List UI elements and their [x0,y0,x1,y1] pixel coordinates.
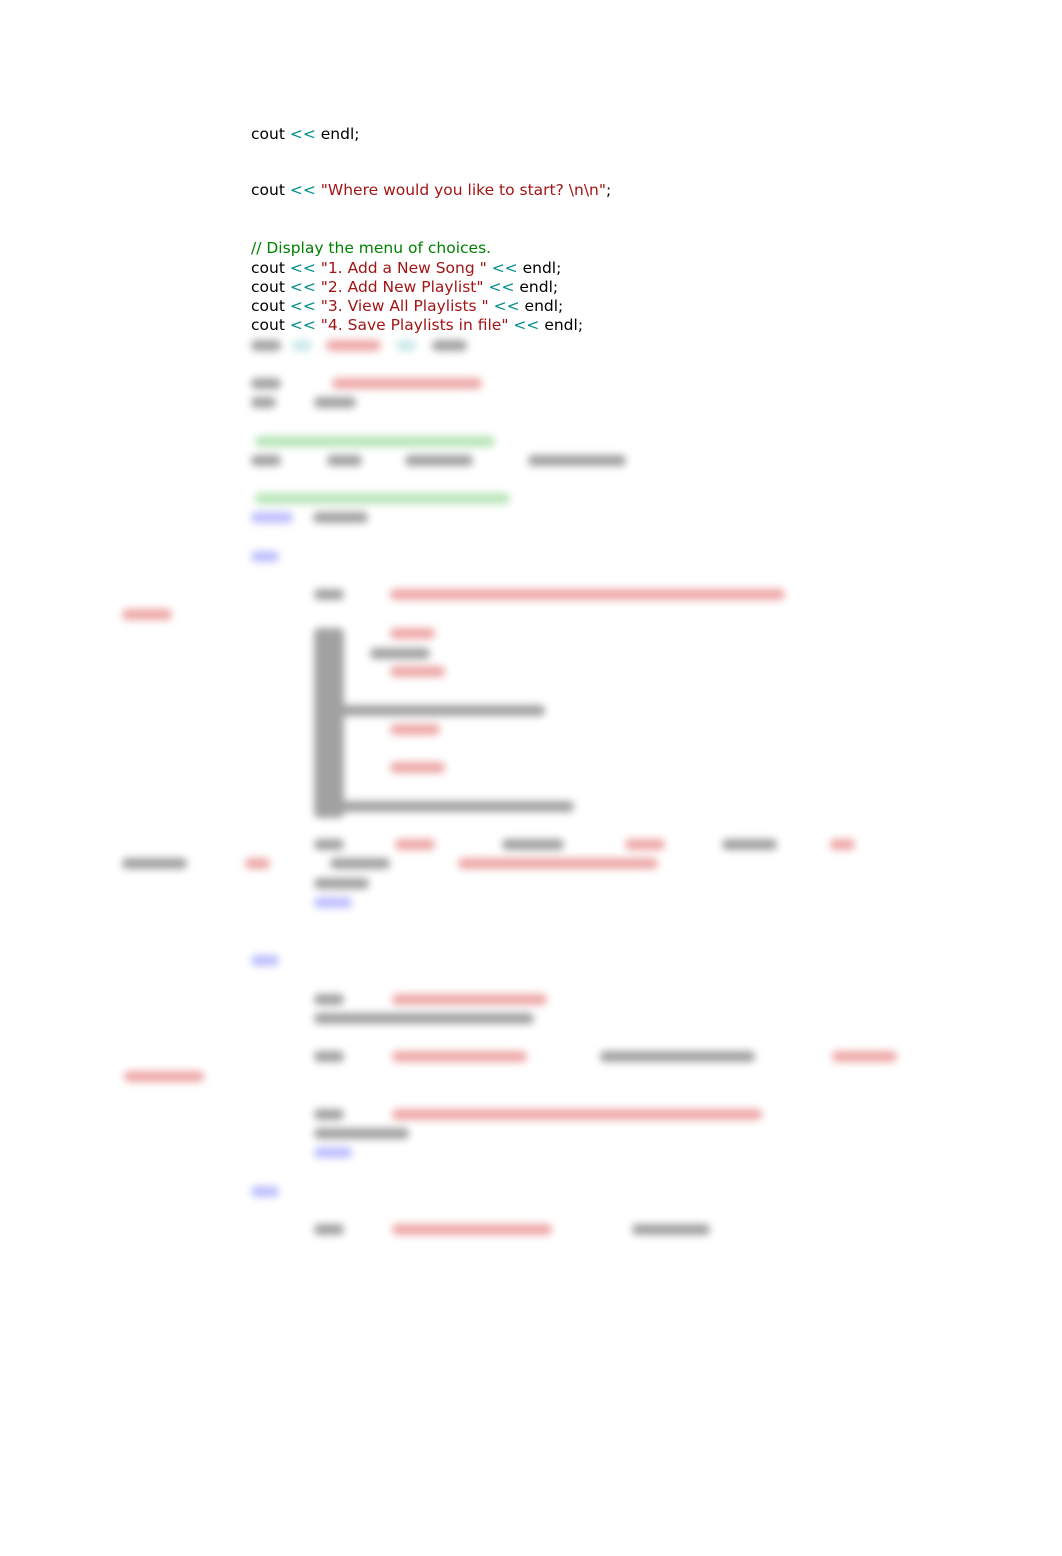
blurred-text [832,1051,897,1062]
blurred-text [390,724,440,735]
blurred-text [251,378,281,389]
blurred-text [390,589,785,600]
identifier: cout [251,297,285,315]
blurred-text [314,994,344,1005]
blurred-text [314,1013,534,1024]
blurred-text [251,455,281,466]
blurred-text [314,589,344,600]
operator: << [493,297,520,315]
blurred-text [326,340,381,351]
identifier: cout [251,181,285,199]
operator: << [289,125,316,143]
code-text: endl; [315,125,360,143]
identifier: cout [251,259,285,277]
blurred-text [314,839,344,850]
blurred-text [314,878,369,889]
blurred-text [405,455,473,466]
blurred-text [122,858,187,869]
blurred-text [314,801,574,812]
blurred-text [332,378,482,389]
blurred-text [432,340,467,351]
blurred-text [313,512,368,523]
blurred-text [528,455,626,466]
blurred-text [600,1051,755,1062]
blurred-text [251,1186,279,1197]
blurred-text [632,1224,710,1235]
blurred-text [314,1109,344,1120]
code-line-prompt: cout << "Where would you like to start? … [251,181,611,200]
blurred-text [625,839,665,850]
string-literal: "Where would you like to start? \n\n" [320,181,607,199]
blurred-text [830,839,855,850]
blurred-text [251,955,279,966]
menu-line-1: cout << "1. Add a New Song " << endl; [251,259,561,278]
blurred-text [122,609,172,620]
operator: << [491,259,518,277]
blurred-text [458,858,658,869]
blurred-text [722,839,777,850]
identifier: cout [251,278,285,296]
blurred-text [251,340,281,351]
blurred-text [124,1071,204,1082]
blurred-text [314,628,344,818]
code-text: ; [606,181,612,199]
blurred-text [255,436,495,447]
blurred-text [251,397,276,408]
blurred-text [314,1128,409,1139]
blurred-text [370,648,430,659]
blurred-text [390,666,445,677]
blurred-text [314,1147,352,1158]
blurred-text [255,493,510,504]
blurred-text [396,340,416,351]
blurred-text [292,340,312,351]
operator: << [289,181,316,199]
code-text: endl; [514,278,559,296]
blurred-code-region [0,330,1062,1250]
blurred-text [502,839,564,850]
blurred-text [330,705,545,716]
operator: << [289,297,316,315]
blurred-text [314,397,356,408]
blurred-text [392,1224,552,1235]
blurred-text [392,1051,527,1062]
menu-line-3: cout << "3. View All Playlists " << endl… [251,297,563,316]
blurred-text [314,1051,344,1062]
blurred-text [327,455,362,466]
identifier: cout [251,125,285,143]
blurred-text [251,551,279,562]
blurred-text [392,994,547,1005]
code-line-endl: cout << endl; [251,125,359,144]
blurred-text [395,839,435,850]
blurred-text [330,858,390,869]
string-literal: "3. View All Playlists " [320,297,489,315]
blurred-text [251,512,293,523]
operator: << [488,278,515,296]
blurred-text [390,762,445,773]
blurred-text [392,1109,762,1120]
code-comment: // Display the menu of choices. [251,239,492,257]
string-literal: "1. Add a New Song " [320,259,487,277]
operator: << [289,278,316,296]
code-text: endl; [519,297,564,315]
blurred-text [245,858,270,869]
blurred-text [390,628,435,639]
code-text: endl; [517,259,562,277]
string-literal: "2. Add New Playlist" [320,278,484,296]
blurred-text [314,897,352,908]
blurred-text [314,1224,344,1235]
menu-line-2: cout << "2. Add New Playlist" << endl; [251,278,558,297]
operator: << [289,259,316,277]
